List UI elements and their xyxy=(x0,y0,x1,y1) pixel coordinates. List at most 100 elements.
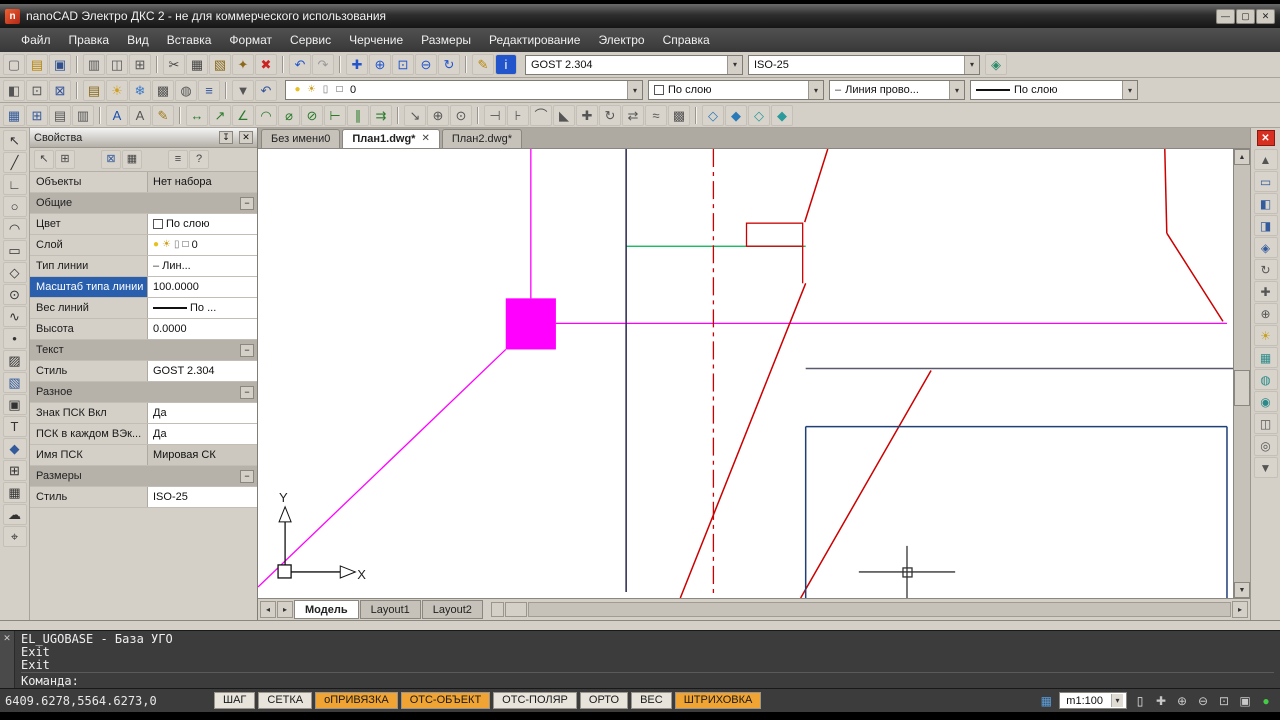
dropdown-arrow-icon[interactable]: ▾ xyxy=(727,55,742,74)
toggle-отс-объект[interactable]: ОТС-ОБЪЕКТ xyxy=(400,692,491,709)
doc-tab[interactable]: План1.dwg* ✕ xyxy=(342,129,440,148)
render-icon[interactable]: ◉ xyxy=(1253,391,1278,412)
close-drawing-button[interactable]: ✕ xyxy=(1256,130,1275,146)
toggle-вес[interactable]: ВЕС xyxy=(631,692,672,709)
property-value[interactable]: Да xyxy=(148,424,257,444)
model-space[interactable]: YX xyxy=(258,149,1233,598)
view-shade-icon[interactable]: ◆ xyxy=(771,104,793,126)
ellipse-icon[interactable]: ⊙ xyxy=(2,284,27,305)
vertical-scrollbar[interactable]: ▲ ▼ xyxy=(1233,149,1250,598)
line-icon[interactable]: ╱ xyxy=(2,152,27,173)
linetype-combo[interactable]: – Линия прово... ▾ xyxy=(829,80,965,100)
orbit-icon[interactable]: ↻ xyxy=(1253,259,1278,280)
publish-icon[interactable]: ⊞ xyxy=(129,54,151,75)
view-top-icon[interactable]: ▭ xyxy=(1253,171,1278,192)
property-section-header[interactable]: Текст − xyxy=(30,340,257,361)
table-icon[interactable]: ▦ xyxy=(3,104,25,126)
dim-arc-icon[interactable]: ◠ xyxy=(255,104,277,126)
scroll-down-icon[interactable]: ▼ xyxy=(1253,457,1278,478)
layer-combo[interactable]: ● ☀ ▯ □ 0 ▾ xyxy=(285,80,643,100)
menu-item-размеры[interactable]: Размеры xyxy=(412,29,480,51)
toggle-отс-поляр[interactable]: ОТС-ПОЛЯР xyxy=(493,692,577,709)
close-command-icon[interactable]: ✕ xyxy=(3,633,11,644)
property-label[interactable]: Объекты xyxy=(30,172,148,192)
array-icon[interactable]: ▩ xyxy=(668,104,690,126)
dropdown-arrow-icon[interactable]: ▾ xyxy=(808,81,823,99)
table-edit-icon[interactable]: ▤ xyxy=(49,104,71,126)
layer-on-off-icon[interactable]: ☀ xyxy=(106,79,128,101)
quick-select-icon[interactable]: ⊠ xyxy=(49,79,71,101)
undo-icon[interactable]: ↶ xyxy=(289,54,311,75)
mtext-icon[interactable]: A xyxy=(129,104,151,126)
lineweight-combo[interactable]: По слою ▾ xyxy=(970,80,1138,100)
dim-diameter-icon[interactable]: ⊘ xyxy=(301,104,323,126)
mirror-icon[interactable]: ⇄ xyxy=(622,104,644,126)
layer-previous-icon[interactable]: ↶ xyxy=(255,79,277,101)
drawing-canvas[interactable]: YX xyxy=(258,149,1233,598)
collapse-icon[interactable]: − xyxy=(240,469,254,483)
text-tool-icon[interactable]: T xyxy=(2,416,27,437)
pan-status-icon[interactable]: ✚ xyxy=(1152,692,1170,710)
red-diagonal-right[interactable] xyxy=(1166,232,1224,322)
property-label[interactable]: Высота xyxy=(30,319,148,339)
menu-item-сервис[interactable]: Сервис xyxy=(281,29,340,51)
dim-angular-icon[interactable]: ∠ xyxy=(232,104,254,126)
horizontal-scroll-thumb[interactable] xyxy=(504,602,527,617)
quick-select-icon[interactable]: ⊠ xyxy=(101,150,121,169)
lights-icon[interactable]: ◎ xyxy=(1253,435,1278,456)
toggle-pickadd-icon[interactable]: ⊞ xyxy=(55,150,75,169)
red-rectangle[interactable] xyxy=(745,222,804,247)
maximize-button[interactable]: ▢ xyxy=(1236,8,1255,24)
dim-continue-icon[interactable]: ⇉ xyxy=(370,104,392,126)
edit-icon[interactable]: ✎ xyxy=(472,54,494,75)
property-value[interactable]: По слою xyxy=(148,214,257,234)
dim-ordinate-icon[interactable]: ⊢ xyxy=(324,104,346,126)
property-value[interactable]: ISO-25 xyxy=(148,487,257,507)
toggle-штриховка[interactable]: ШТРИХОВКА xyxy=(674,692,762,709)
zoom-out-icon[interactable]: ⊖ xyxy=(1194,692,1212,710)
rectangle-icon[interactable]: ▭ xyxy=(2,240,27,261)
dropdown-arrow-icon[interactable]: ▾ xyxy=(949,81,964,99)
property-value[interactable]: ● ☀ ▯ □ 0 xyxy=(148,235,257,255)
dropdown-arrow-icon[interactable]: ▾ xyxy=(1111,694,1123,707)
command-window-grip[interactable]: ✕ xyxy=(0,631,15,688)
menu-item-формат[interactable]: Формат xyxy=(220,29,281,51)
shade-icon[interactable]: ◍ xyxy=(1253,369,1278,390)
customize-icon[interactable]: ≡ xyxy=(168,150,188,169)
select-icon[interactable]: ↖ xyxy=(2,130,27,151)
layer-states-icon[interactable]: ≡ xyxy=(198,79,220,101)
scroll-down-icon[interactable]: ▼ xyxy=(1234,582,1250,598)
doc-tab[interactable]: План2.dwg* xyxy=(441,129,523,148)
info-icon[interactable]: i xyxy=(495,54,517,75)
toggle-орто[interactable]: ОРТО xyxy=(579,692,629,709)
color-combo[interactable]: По слою ▾ xyxy=(648,80,824,100)
table-tool-icon[interactable]: ▦ xyxy=(2,482,27,503)
property-section-header[interactable]: Общие − xyxy=(30,193,257,214)
property-label[interactable]: Цвет xyxy=(30,214,148,234)
match-props-icon[interactable]: ✦ xyxy=(232,54,254,75)
doc-tab[interactable]: Без имени0 xyxy=(261,129,341,148)
menu-item-правка[interactable]: Правка xyxy=(60,29,119,51)
property-label[interactable]: Стиль xyxy=(30,361,148,381)
menu-item-черчение[interactable]: Черчение xyxy=(340,29,412,51)
make-layer-current-icon[interactable]: ▼ xyxy=(232,79,254,101)
menu-item-электро[interactable]: Электро xyxy=(589,29,653,51)
dim-aligned-icon[interactable]: ↗ xyxy=(209,104,231,126)
layout-tab-модель[interactable]: Модель xyxy=(294,600,359,619)
tab-close-icon[interactable]: ✕ xyxy=(421,133,429,148)
redo-icon[interactable]: ↷ xyxy=(312,54,334,75)
property-label[interactable]: Тип линии xyxy=(30,256,148,276)
view-front-icon[interactable]: ◧ xyxy=(1253,193,1278,214)
open-icon[interactable]: ▤ xyxy=(26,54,48,75)
scroll-right-icon[interactable]: ▸ xyxy=(1232,601,1248,618)
toggle-сетка[interactable]: СЕТКА xyxy=(258,692,313,709)
region-icon[interactable]: ▣ xyxy=(2,394,27,415)
magenta-block[interactable] xyxy=(505,298,556,350)
view-iso-icon[interactable]: ◈ xyxy=(1253,237,1278,258)
polyline-icon[interactable]: ∟ xyxy=(2,174,27,195)
scroll-up-icon[interactable]: ▲ xyxy=(1234,149,1250,165)
layout-tab-layout1[interactable]: Layout1 xyxy=(359,600,421,619)
rotate-icon[interactable]: ↻ xyxy=(599,104,621,126)
property-value[interactable]: 0.0000 xyxy=(148,319,257,339)
layer-lock-icon[interactable]: ▩ xyxy=(152,79,174,101)
